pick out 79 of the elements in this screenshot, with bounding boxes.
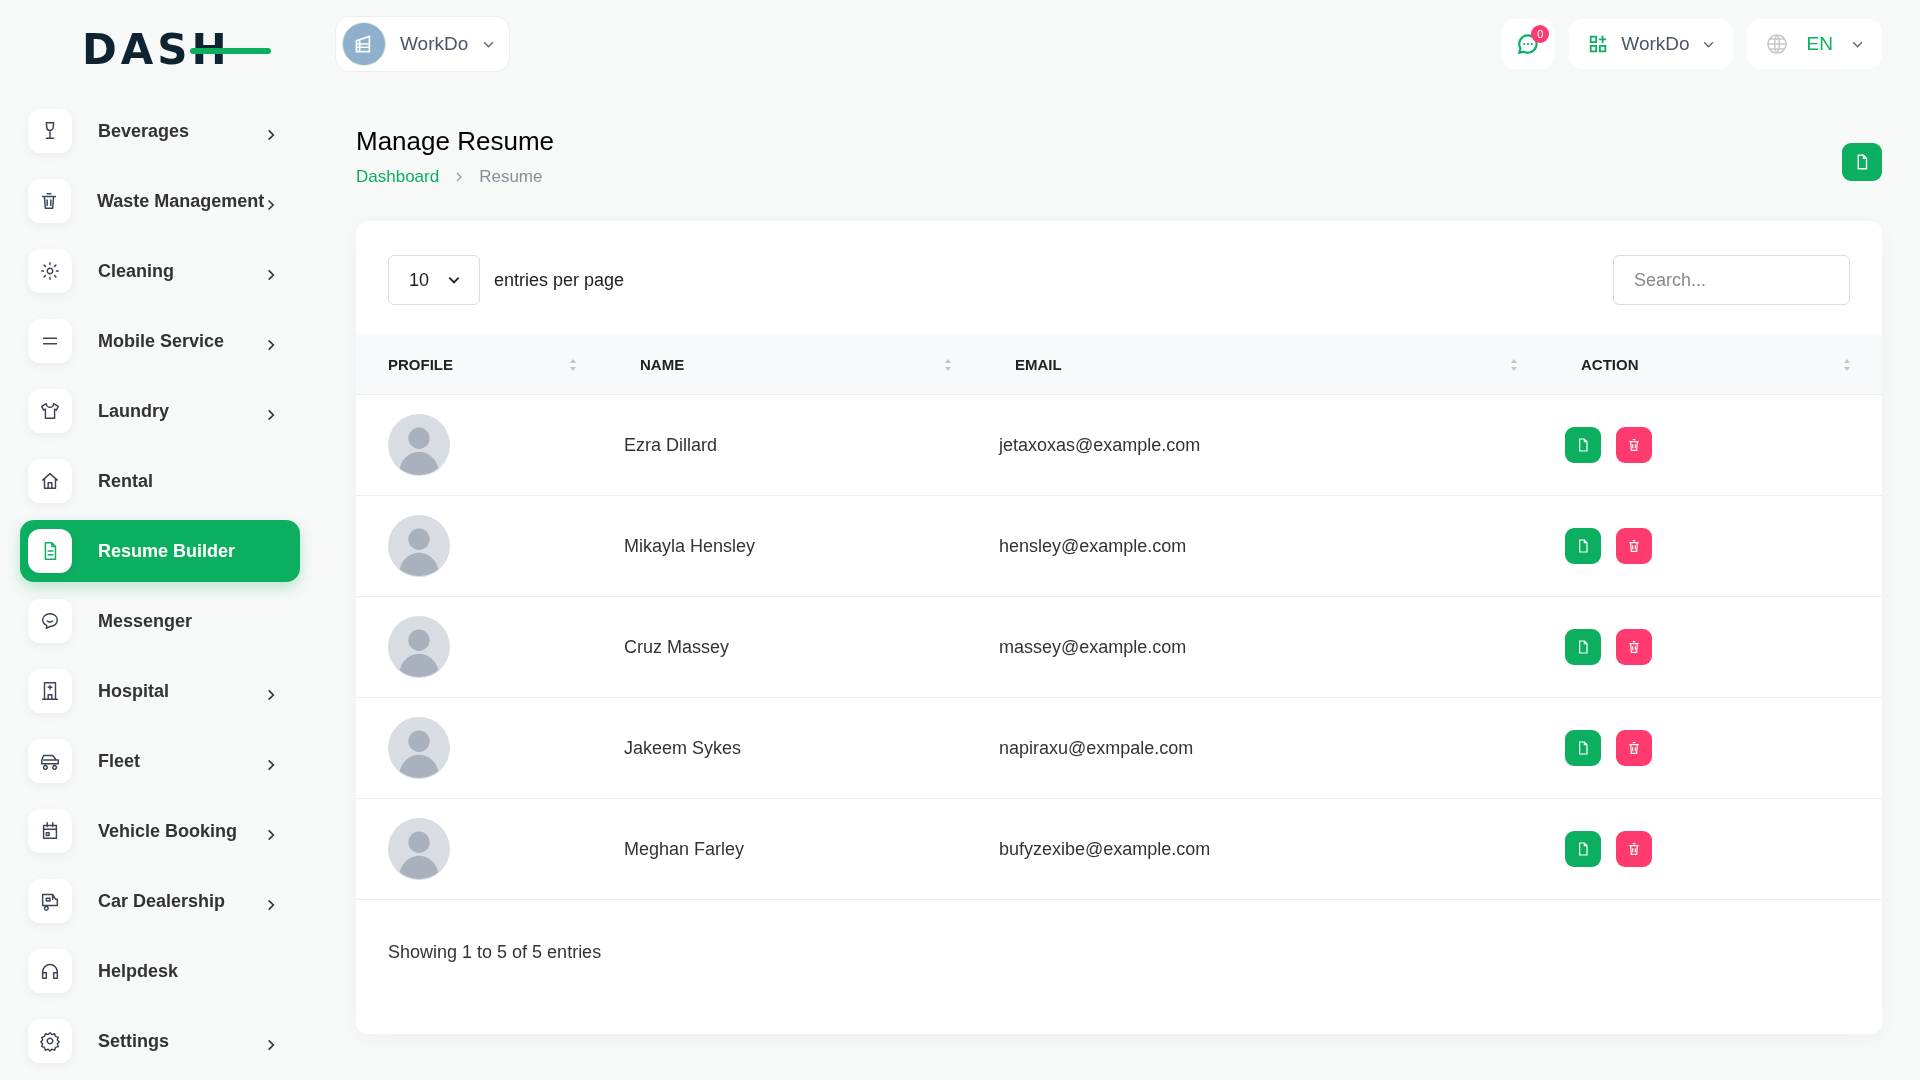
sidebar-item-label: Messenger	[98, 610, 194, 632]
sidebar-item-label: Mobile Service	[98, 330, 226, 352]
pagination-info: Showing 1 to 5 of 5 entries	[387, 941, 603, 963]
sidebar-item[interactable]: Car Dealership	[20, 870, 300, 932]
delete-button[interactable]	[1616, 629, 1652, 665]
sidebar-item-label: Beverages	[98, 120, 191, 142]
sidebar-item-label: Fleet	[98, 750, 141, 772]
sidebar-item[interactable]: Fleet	[20, 730, 300, 792]
sidebar-item[interactable]: Waste Management	[20, 170, 300, 232]
delete-button[interactable]	[1616, 831, 1652, 867]
trash-icon	[1626, 841, 1642, 857]
view-button[interactable]	[1565, 528, 1601, 564]
sidebar-item[interactable]: Cleaning	[20, 240, 300, 302]
name-cell: Ezra Dillard	[624, 434, 718, 456]
sidebar-item-label: Hospital	[98, 680, 170, 702]
avatar-placeholder	[388, 515, 450, 577]
avatar-placeholder	[388, 414, 450, 476]
name-cell: Jakeem Sykes	[624, 737, 742, 759]
chat-bubble-icon	[39, 610, 61, 632]
sidebar-item[interactable]: Messenger	[20, 590, 300, 652]
sidebar-item[interactable]: Hospital	[20, 660, 300, 722]
sidebar-item[interactable]: Helpdesk	[20, 940, 300, 1002]
email-cell: jetaxoxas@example.com	[999, 434, 1201, 456]
trash-icon	[1626, 740, 1642, 756]
export-button[interactable]	[1842, 143, 1882, 181]
sidebar-item[interactable]: Laundry	[20, 380, 300, 442]
email-cell: bufyzexibe@example.com	[999, 838, 1211, 860]
sidebar-item[interactable]: Settings	[20, 1010, 300, 1072]
avatar-placeholder	[388, 616, 450, 678]
delete-button[interactable]	[1616, 730, 1652, 766]
sidebar-item-label: Cleaning	[98, 260, 175, 282]
trash-icon	[1626, 639, 1642, 655]
sidebar-item-label: Rental	[98, 470, 154, 492]
trash-icon	[1626, 538, 1642, 554]
home-icon	[39, 470, 61, 492]
notification-badge: 0	[1531, 25, 1550, 43]
delete-button[interactable]	[1616, 427, 1652, 463]
delete-button[interactable]	[1616, 528, 1652, 564]
trash-icon	[1626, 437, 1642, 453]
view-button[interactable]	[1565, 831, 1601, 867]
building-icon	[342, 22, 386, 66]
avatar-placeholder	[388, 717, 450, 779]
name-cell: Mikayla Hensley	[624, 535, 756, 557]
column-header[interactable]: NAME	[640, 356, 685, 373]
sidebar-item-label: Resume Builder	[98, 540, 237, 562]
column-header[interactable]: ACTION	[1581, 356, 1639, 373]
sidebar-item-label: Waste Management	[96, 190, 265, 212]
email-cell: massey@example.com	[999, 636, 1187, 658]
sidebar-item-label: Laundry	[98, 400, 170, 422]
settings-icon	[39, 1030, 61, 1052]
avatar-placeholder	[388, 818, 450, 880]
sidebar-item[interactable]: Mobile Service	[20, 310, 300, 372]
sidebar-item[interactable]: Rental	[20, 450, 300, 512]
view-button[interactable]	[1565, 730, 1601, 766]
page-size-label: entries per page	[494, 269, 625, 291]
sidebar-item-label: Car Dealership	[98, 890, 227, 912]
breadcrumb-current: Resume	[479, 167, 543, 187]
column-header[interactable]: PROFILE	[388, 356, 453, 373]
name-cell: Cruz Massey	[624, 636, 730, 658]
sidebar-item-label: Vehicle Booking	[98, 820, 239, 842]
sun-icon	[39, 260, 61, 282]
email-cell: hensley@example.com	[999, 535, 1187, 557]
hospital-icon	[39, 680, 61, 702]
column-header[interactable]: EMAIL	[1015, 356, 1062, 373]
workspace-dropdown[interactable]: WorkDo	[1569, 19, 1733, 69]
name-cell: Meghan Farley	[624, 838, 745, 860]
shirt-icon	[39, 400, 61, 422]
page-title: Manage Resume	[356, 126, 554, 157]
company-dropdown[interactable]: WorkDo	[335, 16, 511, 72]
search-field[interactable]: Search...	[1613, 255, 1850, 305]
sidebar-item-label: Helpdesk	[98, 960, 180, 982]
view-button[interactable]	[1565, 427, 1601, 463]
page-size-select[interactable]: 10	[388, 255, 480, 305]
globe-icon	[1764, 32, 1789, 56]
sidebar-item[interactable]: Vehicle Booking	[20, 800, 300, 862]
view-button[interactable]	[1565, 629, 1601, 665]
sidebar-item-label: Settings	[98, 1030, 170, 1052]
sidebar-item[interactable]: Beverages	[20, 100, 300, 162]
email-cell: napiraxu@exmpale.com	[999, 737, 1194, 759]
